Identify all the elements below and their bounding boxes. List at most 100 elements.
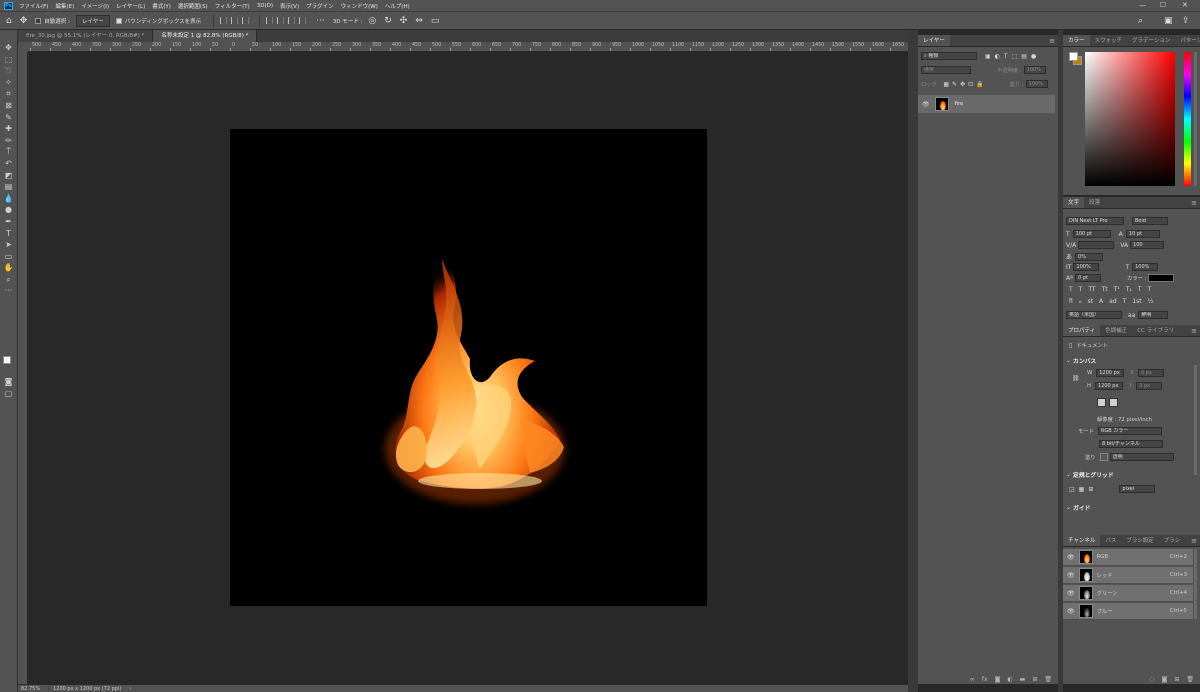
eyedropper-tool-icon[interactable]: ✎	[3, 112, 15, 124]
magic-wand-tool-icon[interactable]: ✧	[3, 77, 15, 89]
panel-menu-icon[interactable]: ≡	[1191, 537, 1197, 545]
lock-artboard-icon[interactable]: ⊡	[968, 81, 973, 88]
brush-tool-icon[interactable]: ✏	[3, 135, 15, 147]
more-options-icon[interactable]: ···	[316, 16, 325, 26]
filter-shape-icon[interactable]: ⬚	[1012, 53, 1018, 60]
opentype-1st-icon[interactable]: 1st	[1132, 298, 1141, 305]
lasso-tool-icon[interactable]: ➰	[3, 65, 15, 77]
stamp-tool-icon[interactable]: ⍑	[3, 146, 15, 158]
tab-layers[interactable]: レイヤー	[918, 35, 950, 46]
layer-row[interactable]: 👁 fire	[918, 95, 1055, 113]
menu-plugins[interactable]: プラグイン	[306, 2, 334, 10]
tab-character[interactable]: 文字	[1063, 197, 1085, 208]
eye-icon[interactable]: 👁	[1067, 554, 1075, 561]
bounding-box-checkbox[interactable]	[115, 17, 122, 24]
language-dropdown[interactable]: 英語（米国）	[1066, 311, 1122, 319]
new-layer-icon[interactable]: ⊞	[1032, 676, 1037, 683]
auto-select-checkbox[interactable]	[35, 17, 42, 24]
mask-icon[interactable]: ◙	[995, 676, 1001, 683]
ruler-icon[interactable]: ◲	[1069, 486, 1075, 493]
faux-bold-icon[interactable]: T	[1069, 286, 1073, 293]
eye-icon[interactable]: 👁	[1067, 608, 1075, 615]
tab-paths[interactable]: パス	[1100, 535, 1121, 546]
tab-properties[interactable]: プロパティ	[1063, 325, 1101, 336]
lock-all-icon[interactable]: 🔒	[976, 81, 983, 88]
color-scrollbar[interactable]	[1194, 52, 1197, 186]
pen-tool-icon[interactable]: ✒	[3, 216, 15, 228]
layer-name[interactable]: fire	[955, 101, 964, 107]
panel-menu-icon[interactable]: ≡	[1049, 37, 1055, 45]
maximize-button[interactable]: ☐	[1160, 1, 1166, 9]
share-icon[interactable]: ⇪	[1182, 16, 1190, 26]
lock-pixels-icon[interactable]: ▦	[943, 81, 949, 88]
opentype-ad-icon[interactable]: ad	[1109, 298, 1117, 305]
doc-tab-untitled[interactable]: 名称未設定 1 @ 82.8% (RGB/8) *	[153, 30, 258, 42]
guides-header[interactable]: ガイド	[1073, 503, 1090, 512]
tab-paragraph[interactable]: 段落	[1084, 197, 1105, 208]
portrait-orientation-button[interactable]	[1097, 398, 1106, 407]
3d-orbit-icon[interactable]: ◎	[368, 16, 376, 26]
screen-mode-icon[interactable]: ▢	[3, 388, 15, 400]
menu-3d[interactable]: 3D(D)	[257, 3, 273, 9]
dodge-tool-icon[interactable]: ●	[3, 204, 15, 216]
color-mode-dropdown[interactable]: RGB カラー	[1097, 427, 1162, 435]
tab-brush-settings[interactable]: ブラシ設定	[1121, 535, 1158, 546]
tab-gradients[interactable]: グラデーション	[1127, 35, 1175, 46]
3d-pan-icon[interactable]: ✣	[400, 16, 408, 26]
new-channel-icon[interactable]: ⊞	[1174, 676, 1179, 683]
properties-scrollbar[interactable]	[1194, 365, 1197, 475]
font-family-dropdown[interactable]: DIN Next LT Pro	[1066, 217, 1124, 225]
workspace-icon[interactable]: ▣	[1164, 16, 1173, 26]
marquee-tool-icon[interactable]: ⬚	[3, 54, 15, 66]
trash-icon[interactable]: 🗑	[1186, 676, 1194, 683]
channels-scrollbar[interactable]	[1194, 549, 1197, 619]
filter-toggle-icon[interactable]: ●	[1031, 53, 1036, 60]
align-left-icon[interactable]	[220, 17, 228, 24]
eye-icon[interactable]: 👁	[1067, 572, 1075, 579]
hand-tool-icon[interactable]: ✋	[3, 262, 15, 274]
align-bottom-icon[interactable]	[288, 17, 296, 24]
doc-tab-fire[interactable]: fire_30.jpg @ 55.1% (レイヤー 0, RGB/8#) *	[18, 30, 154, 42]
filter-adjust-icon[interactable]: ◐	[995, 53, 1000, 60]
status-arrow-icon[interactable]: ›	[129, 686, 131, 692]
canvas-width-field[interactable]: 1200 px	[1096, 369, 1125, 377]
kerning-field[interactable]	[1078, 241, 1115, 249]
search-icon[interactable]: ⌕	[1138, 16, 1143, 26]
opentype-half-icon[interactable]: ½	[1148, 298, 1154, 305]
vertical-ruler[interactable]	[18, 52, 28, 684]
chevron-down-icon[interactable]: ⌄	[1066, 471, 1071, 478]
color-foreground-swatch[interactable]	[1069, 52, 1078, 61]
frame-tool-icon[interactable]: ⊠	[3, 100, 15, 112]
unit-dropdown[interactable]: pixel	[1119, 485, 1156, 493]
opentype-t-icon[interactable]: T	[1123, 298, 1127, 305]
opentype-swash-icon[interactable]: ℴ	[1079, 298, 1082, 305]
menu-edit[interactable]: 編集(E)	[55, 2, 74, 10]
save-selection-icon[interactable]: ◙	[1162, 676, 1168, 683]
channel-row-red[interactable]: 👁 レッド Ctrl+3	[1063, 567, 1193, 584]
lock-position-icon[interactable]: ✥	[960, 81, 965, 88]
baseline-field[interactable]: 0 pt	[1074, 274, 1101, 282]
menu-filter[interactable]: フィルター(T)	[215, 2, 250, 10]
grid-icon[interactable]: ▦	[1079, 486, 1085, 493]
quick-mask-icon[interactable]: ◙	[3, 376, 15, 388]
chevron-down-icon[interactable]: ⌄	[1066, 504, 1071, 511]
menu-type[interactable]: 書式(Y)	[152, 2, 171, 10]
opentype-st-icon[interactable]: st	[1088, 298, 1093, 305]
canvas-x-field[interactable]: 0 px	[1137, 369, 1164, 377]
eye-icon[interactable]: 👁	[922, 101, 930, 108]
fill-dropdown[interactable]: 透明	[1109, 453, 1174, 461]
color-picker-field[interactable]	[1085, 52, 1175, 186]
blend-mode-dropdown[interactable]: 通常	[921, 66, 971, 74]
auto-select-target-dropdown[interactable]: レイヤー	[75, 14, 110, 27]
fx-icon[interactable]: fx	[982, 676, 988, 683]
rulers-grids-header[interactable]: 定規とグリッド	[1073, 470, 1114, 479]
faux-italic-icon[interactable]: T	[1079, 286, 1083, 293]
chevron-down-icon[interactable]: ⌄	[1066, 357, 1071, 364]
close-window-button[interactable]: ✕	[1182, 1, 1188, 9]
3d-roll-icon[interactable]: ↻	[384, 16, 392, 26]
menu-layer[interactable]: レイヤー(L)	[116, 2, 145, 10]
eraser-tool-icon[interactable]: ◩	[3, 170, 15, 182]
menu-help[interactable]: ヘルプ(H)	[385, 2, 410, 10]
ruler-origin[interactable]	[18, 42, 28, 52]
blur-tool-icon[interactable]: 💧	[3, 193, 15, 205]
